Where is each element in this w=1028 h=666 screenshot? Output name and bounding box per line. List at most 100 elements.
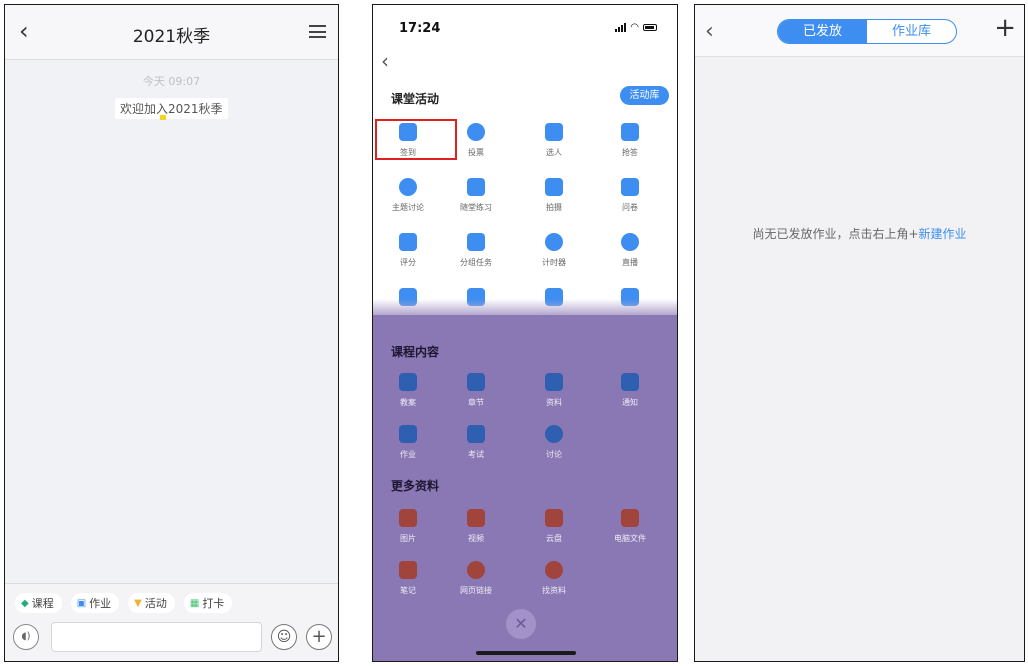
grid-item-video[interactable]: 视频 — [441, 509, 511, 544]
grid-item-lotus[interactable]: 评分 — [373, 233, 443, 268]
monitor-icon — [621, 509, 639, 527]
grid-item-list[interactable]: 章节 — [441, 373, 511, 408]
chat-header: ‹ 2021秋季 — [5, 5, 338, 60]
tab-issued[interactable]: 已发放 — [778, 20, 867, 43]
add-homework-icon[interactable]: + — [994, 15, 1016, 41]
grid-item-label: 评分 — [400, 258, 416, 267]
microphone-icon — [621, 123, 639, 141]
menu-icon[interactable] — [309, 25, 326, 38]
grid-item-label: 计时器 — [542, 258, 566, 267]
pencil-note-icon: ▣ — [76, 597, 87, 609]
status-indicators: ◠ — [615, 22, 657, 33]
text-cursor-marker — [160, 115, 166, 120]
message-timestamp: 今天 09:07 — [142, 75, 201, 88]
grid-item-label: 分组任务 — [460, 258, 492, 267]
back-icon[interactable]: ‹ — [705, 19, 714, 44]
chat-title: 2021秋季 — [132, 27, 211, 47]
grid-item-label: 考试 — [468, 450, 484, 459]
battery-icon — [643, 24, 657, 31]
exam-icon — [467, 425, 485, 443]
grid-item-label: 作业 — [400, 450, 416, 459]
grid-item-label: 直播 — [622, 258, 638, 267]
quick-action-chip[interactable]: ▼ 活动 — [128, 593, 175, 613]
stopwatch-icon — [545, 233, 563, 251]
voice-icon[interactable]: ◖) — [13, 624, 39, 650]
tab-homework-library[interactable]: 作业库 — [867, 20, 956, 43]
quick-action-chip[interactable]: ▦ 打卡 — [183, 593, 233, 613]
wifi-icon: ◠ — [630, 22, 639, 33]
grid-item-image[interactable]: 图片 — [373, 509, 443, 544]
grid-item-ppt[interactable]: 教案 — [373, 373, 443, 408]
grid-item-clipboard-check[interactable]: 分组任务 — [441, 233, 511, 268]
ppt-icon — [399, 373, 417, 391]
quick-action-label: 作业 — [89, 597, 112, 610]
grid-item-monitor[interactable]: 电脑文件 — [595, 509, 665, 544]
grid-item-label: 教案 — [400, 398, 416, 407]
grid-item-person-select[interactable]: 选人 — [519, 123, 589, 158]
grid-item-label: 拍摄 — [546, 203, 562, 212]
section-title-activities: 课堂活动 — [391, 92, 440, 106]
message-input[interactable] — [51, 622, 262, 652]
grid-item-play-circle[interactable]: 直播 — [595, 233, 665, 268]
grid-item-search[interactable]: 找资料 — [519, 561, 589, 596]
homework-icon — [399, 425, 417, 443]
worksheet-icon — [467, 178, 485, 196]
graduation-cap-icon: ◆ — [21, 597, 29, 609]
grid-item-label: 选人 — [546, 148, 562, 157]
status-time: 17:24 — [399, 21, 441, 36]
grid-item-label: 问卷 — [622, 203, 638, 212]
grid-item-label: 随堂练习 — [460, 203, 492, 212]
trophy-icon: ▼ — [134, 597, 142, 609]
bar-chart-icon — [467, 123, 485, 141]
section-title-more: 更多资料 — [391, 479, 440, 493]
grid-item-label: 章节 — [468, 398, 484, 407]
quick-action-chip[interactable]: ◆ 课程 — [15, 593, 62, 613]
grid-item-cloud[interactable]: 云盘 — [519, 509, 589, 544]
link-icon — [467, 561, 485, 579]
list-icon — [467, 373, 485, 391]
grid-item-questionnaire[interactable]: 问卷 — [595, 178, 665, 213]
questionnaire-icon — [621, 178, 639, 196]
grid-item-label: 资料 — [546, 398, 562, 407]
grid-item-label: 笔记 — [400, 586, 416, 595]
grid-item-label: 主题讨论 — [392, 203, 424, 212]
back-icon[interactable]: ‹ — [381, 49, 389, 73]
grid-item-label: 云盘 — [546, 534, 562, 543]
folder-icon — [545, 373, 563, 391]
image-icon — [399, 509, 417, 527]
grid-item-note[interactable]: 笔记 — [373, 561, 443, 596]
grid-item-label: 讨论 — [546, 450, 562, 459]
quick-action-chip[interactable]: ▣ 作业 — [70, 593, 120, 613]
speaker-icon — [621, 373, 639, 391]
homework-screen: ‹ 已发放 作业库 + 尚无已发放作业，点击右上角+新建作业 — [694, 4, 1025, 662]
activity-library-button[interactable]: 活动库 — [620, 86, 669, 105]
emoji-icon[interactable]: ☺ — [271, 624, 297, 650]
clipboard-check-icon — [467, 233, 485, 251]
new-homework-link[interactable]: 新建作业 — [919, 227, 967, 241]
grid-item-camera[interactable]: 拍摄 — [519, 178, 589, 213]
discussion-icon — [545, 425, 563, 443]
grid-item-link[interactable]: 网页链接 — [441, 561, 511, 596]
close-icon[interactable]: ✕ — [506, 609, 536, 639]
grid-item-microphone[interactable]: 抢答 — [595, 123, 665, 158]
chat-input-bar: ◆ 课程 ▣ 作业 ▼ 活动 ▦ 打卡 ◖) ☺ + — [5, 583, 338, 661]
camera-icon — [545, 178, 563, 196]
quick-action-label: 课程 — [31, 597, 54, 610]
grid-item-speaker[interactable]: 通知 — [595, 373, 665, 408]
grid-item-chat-bubble[interactable]: 主题讨论 — [373, 178, 443, 213]
grid-item-label: 网页链接 — [460, 586, 492, 595]
grid-item-exam[interactable]: 考试 — [441, 425, 511, 460]
play-circle-icon — [621, 233, 639, 251]
grid-item-homework[interactable]: 作业 — [373, 425, 443, 460]
grid-item-stopwatch[interactable]: 计时器 — [519, 233, 589, 268]
note-icon — [399, 561, 417, 579]
grid-item-label: 视频 — [468, 534, 484, 543]
grid-item-label: 找资料 — [542, 586, 566, 595]
grid-item-worksheet[interactable]: 随堂练习 — [441, 178, 511, 213]
video-icon — [467, 509, 485, 527]
add-icon[interactable]: + — [306, 624, 332, 650]
grid-item-discussion[interactable]: 讨论 — [519, 425, 589, 460]
grid-item-folder[interactable]: 资料 — [519, 373, 589, 408]
lotus-icon — [399, 233, 417, 251]
grid-item-label: 电脑文件 — [614, 534, 646, 543]
